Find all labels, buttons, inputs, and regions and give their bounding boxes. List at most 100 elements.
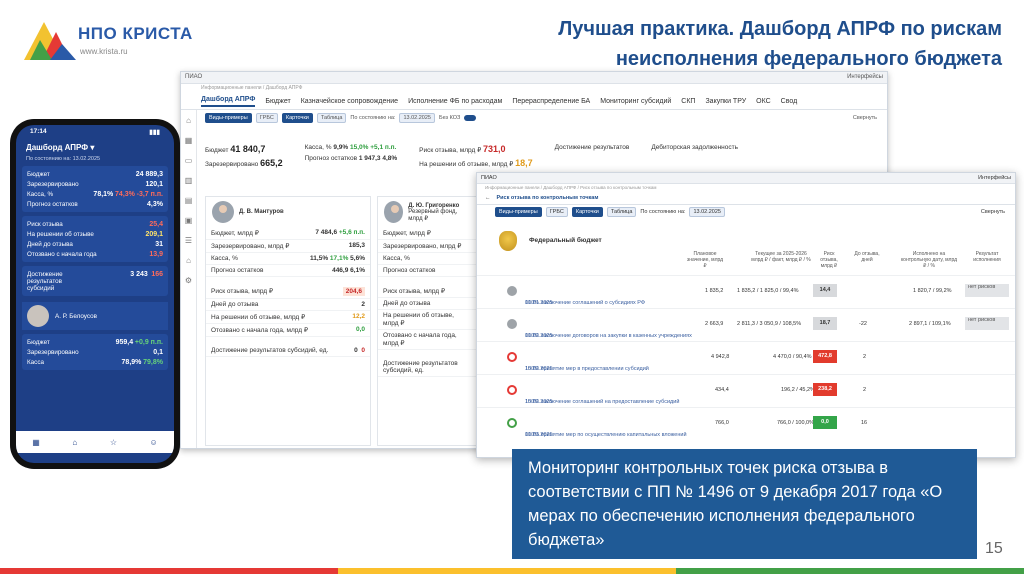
card-forecast-label: Прогноз остатков: [383, 267, 436, 274]
nav-profile-icon[interactable]: ☺: [150, 438, 158, 447]
row-days: 2: [863, 354, 867, 360]
table-row[interactable]: 01.01.2025 100% заключение соглашений о с…: [477, 275, 1015, 308]
row-done: 2 897,1 / 109,1%: [909, 321, 951, 327]
filter-table[interactable]: Таблица: [316, 113, 347, 123]
card-returned-label: Отозвано с начала года, млрд ₽: [383, 332, 457, 347]
breadcrumb: Информационные панели / Дашборд АПРФ / Р…: [485, 185, 657, 190]
doc-icon[interactable]: ▤: [185, 196, 193, 205]
date-picker[interactable]: 13.02.2025: [689, 207, 725, 217]
card-row: На решении об отзыве, млрд ₽ 12,2: [206, 311, 370, 324]
card-row: Прогноз остатков: [378, 265, 476, 277]
summary-decision-label: На решении об отзыве, млрд ₽: [419, 161, 514, 168]
person-name: Д. В. Мантуров: [239, 209, 284, 215]
card-forecast-value: 446,9: [332, 267, 349, 274]
summary-risk-value: 731,0: [483, 144, 506, 154]
nav-panels-icon[interactable]: ▦: [32, 438, 40, 447]
koz-toggle[interactable]: [464, 115, 477, 121]
folder-icon[interactable]: ▭: [185, 156, 193, 165]
card-row: Зарезервировано, млрд ₽ 185,3: [206, 240, 370, 253]
list-item: Касса, % 78,1% 74,3% -3,7 п.п.: [27, 190, 163, 198]
phone-person[interactable]: А. Р. Белоусов: [22, 302, 168, 330]
person-card[interactable]: Д. В. Мантуров Бюджет, млрд ₽ 7 484,6 +5,…: [205, 196, 371, 446]
filter-view-examples[interactable]: Виды-примеры: [205, 113, 252, 123]
card-cash-delta: 5,6%: [350, 255, 365, 262]
filter-grbs[interactable]: ГРБС: [545, 207, 568, 217]
filter-cards[interactable]: Карточки: [281, 113, 313, 123]
filter-cards[interactable]: Карточки: [571, 207, 603, 217]
tab-redistribution[interactable]: Перераспределение БА: [512, 98, 590, 105]
row-plan: 1 835,2: [705, 288, 724, 294]
emblem-icon: [499, 231, 517, 251]
row-text[interactable]: 100% заключение соглашений о субсидиях Р…: [525, 300, 645, 306]
list-item: Прогноз остатков 4,3%: [27, 200, 163, 208]
user-menu[interactable]: Интерфейсы: [978, 175, 1011, 181]
col-header: Текущее за 2025-2026 млрд ₽ / факт, млрд…: [751, 251, 811, 263]
card-risk-label: Риск отзыва, млрд ₽: [383, 288, 446, 295]
signal-icon: ▮▮▮: [149, 129, 160, 136]
card-returned-value: 0,0: [355, 326, 365, 333]
row-plan: 2 663,9: [705, 321, 724, 327]
tab-skp[interactable]: СКП: [681, 98, 695, 105]
row-text[interactable]: 100% заключение соглашений на предоставл…: [525, 399, 679, 405]
calendar-icon[interactable]: ▣: [185, 216, 193, 225]
bank-icon[interactable]: ⌂: [186, 256, 191, 265]
person-card[interactable]: Д. Ю. Григоренко Резервный фонд, млрд ₽ Б…: [377, 196, 477, 446]
card-risk-label: Риск отзыва, млрд ₽: [211, 288, 274, 295]
filter-view-examples[interactable]: Виды-примеры: [495, 207, 542, 217]
list-item: Бюджет 959,4 +0,9 п.п.: [27, 338, 163, 346]
date-picker[interactable]: 13.02.2025: [399, 113, 435, 123]
row-text[interactable]: 100% заключение договоров на закупки в к…: [525, 333, 692, 339]
table-row[interactable]: 01.02.2025 100% заключение договоров на з…: [477, 308, 1015, 341]
settings-icon[interactable]: ⚙: [185, 276, 192, 285]
chart-icon[interactable]: ▥: [185, 176, 193, 185]
summary-risk-label: Риск отзыва, млрд ₽: [419, 147, 482, 154]
tab-risk[interactable]: Риск отзыва по контрольным точкам: [497, 195, 599, 201]
risk-window-topbar: ПИАО Интерфейсы: [477, 173, 1015, 184]
list-icon[interactable]: ☰: [185, 236, 192, 245]
row-risk: 472,8: [813, 350, 837, 363]
row-plan: 4 942,8: [711, 354, 730, 360]
card-row: Достижение результатов субсидий, ед. 0 0: [206, 345, 370, 357]
tab-budget[interactable]: Бюджет: [265, 98, 290, 105]
card-results-label: Достижение результатов субсидий, ед.: [211, 347, 329, 354]
card-decision-label: На решении об отзыве, млрд ₽: [383, 312, 454, 327]
tab-subsidies[interactable]: Мониторинг субсидий: [600, 98, 671, 105]
filter-table[interactable]: Таблица: [606, 207, 637, 217]
risk-window: ПИАО Интерфейсы Информационные панели / …: [476, 172, 1016, 458]
back-icon[interactable]: ←: [485, 195, 491, 201]
col-header: Плановое значение, млрд ₽: [686, 251, 724, 269]
section-title: Федеральный бюджет: [529, 237, 602, 244]
collapse-link[interactable]: Свернуть: [853, 115, 877, 121]
card-budget-label: Бюджет, млрд ₽: [383, 230, 431, 237]
card-row: Бюджет, млрд ₽: [378, 227, 476, 240]
nav-favorites-icon[interactable]: ☆: [110, 438, 117, 447]
card-row: Риск отзыва, млрд ₽ 204,6: [206, 285, 370, 299]
summary-forecast-value: 1 947,3: [358, 155, 381, 162]
chevron-down-icon[interactable]: ▾: [90, 143, 94, 152]
grid-icon[interactable]: ▦: [185, 136, 193, 145]
phone-person-stats: Бюджет 959,4 +0,9 п.п. Зарезервировано 0,1…: [22, 334, 168, 370]
row-risk: 14,4: [813, 284, 837, 297]
home-icon[interactable]: ⌂: [186, 116, 191, 125]
row-text[interactable]: 100% принятие мер в предоставлении субси…: [525, 366, 649, 372]
row-days: -22: [859, 321, 867, 327]
row-current: 4 470,0 / 90,4%: [773, 354, 812, 360]
tab-dashboard[interactable]: Дашборд АПРФ: [201, 96, 256, 107]
table-row[interactable]: 01.03.2025 100% принятие мер по осуществл…: [477, 407, 1015, 440]
tab-svod[interactable]: Свод: [781, 98, 798, 105]
filter-grbs[interactable]: ГРБС: [255, 113, 278, 123]
phone-title[interactable]: Дашборд АПРФ: [26, 143, 88, 152]
tab-execution[interactable]: Исполнение ФБ по расходам: [408, 98, 502, 105]
tab-oks[interactable]: ОКС: [756, 98, 771, 105]
nav-home-icon[interactable]: ⌂: [72, 438, 77, 447]
tab-purchases[interactable]: Закупки ТРУ: [705, 98, 746, 105]
collapse-link[interactable]: Свернуть: [981, 209, 1005, 215]
card-days-value: 2: [361, 301, 365, 308]
table-row[interactable]: 15.02.2025 100% принятие мер в предоставл…: [477, 341, 1015, 374]
card-cash-label: Касса, %: [383, 255, 410, 262]
row-text[interactable]: 100% принятие мер по осуществлению капит…: [525, 432, 687, 438]
tab-treasury[interactable]: Казначейское сопровождение: [301, 98, 398, 105]
risk-filter-bar: Виды-примеры ГРБС Карточки Таблица По со…: [477, 205, 1015, 219]
table-row[interactable]: 15.02.2025 100% заключение соглашений на …: [477, 374, 1015, 407]
user-menu[interactable]: Интерфейсы: [847, 74, 883, 81]
